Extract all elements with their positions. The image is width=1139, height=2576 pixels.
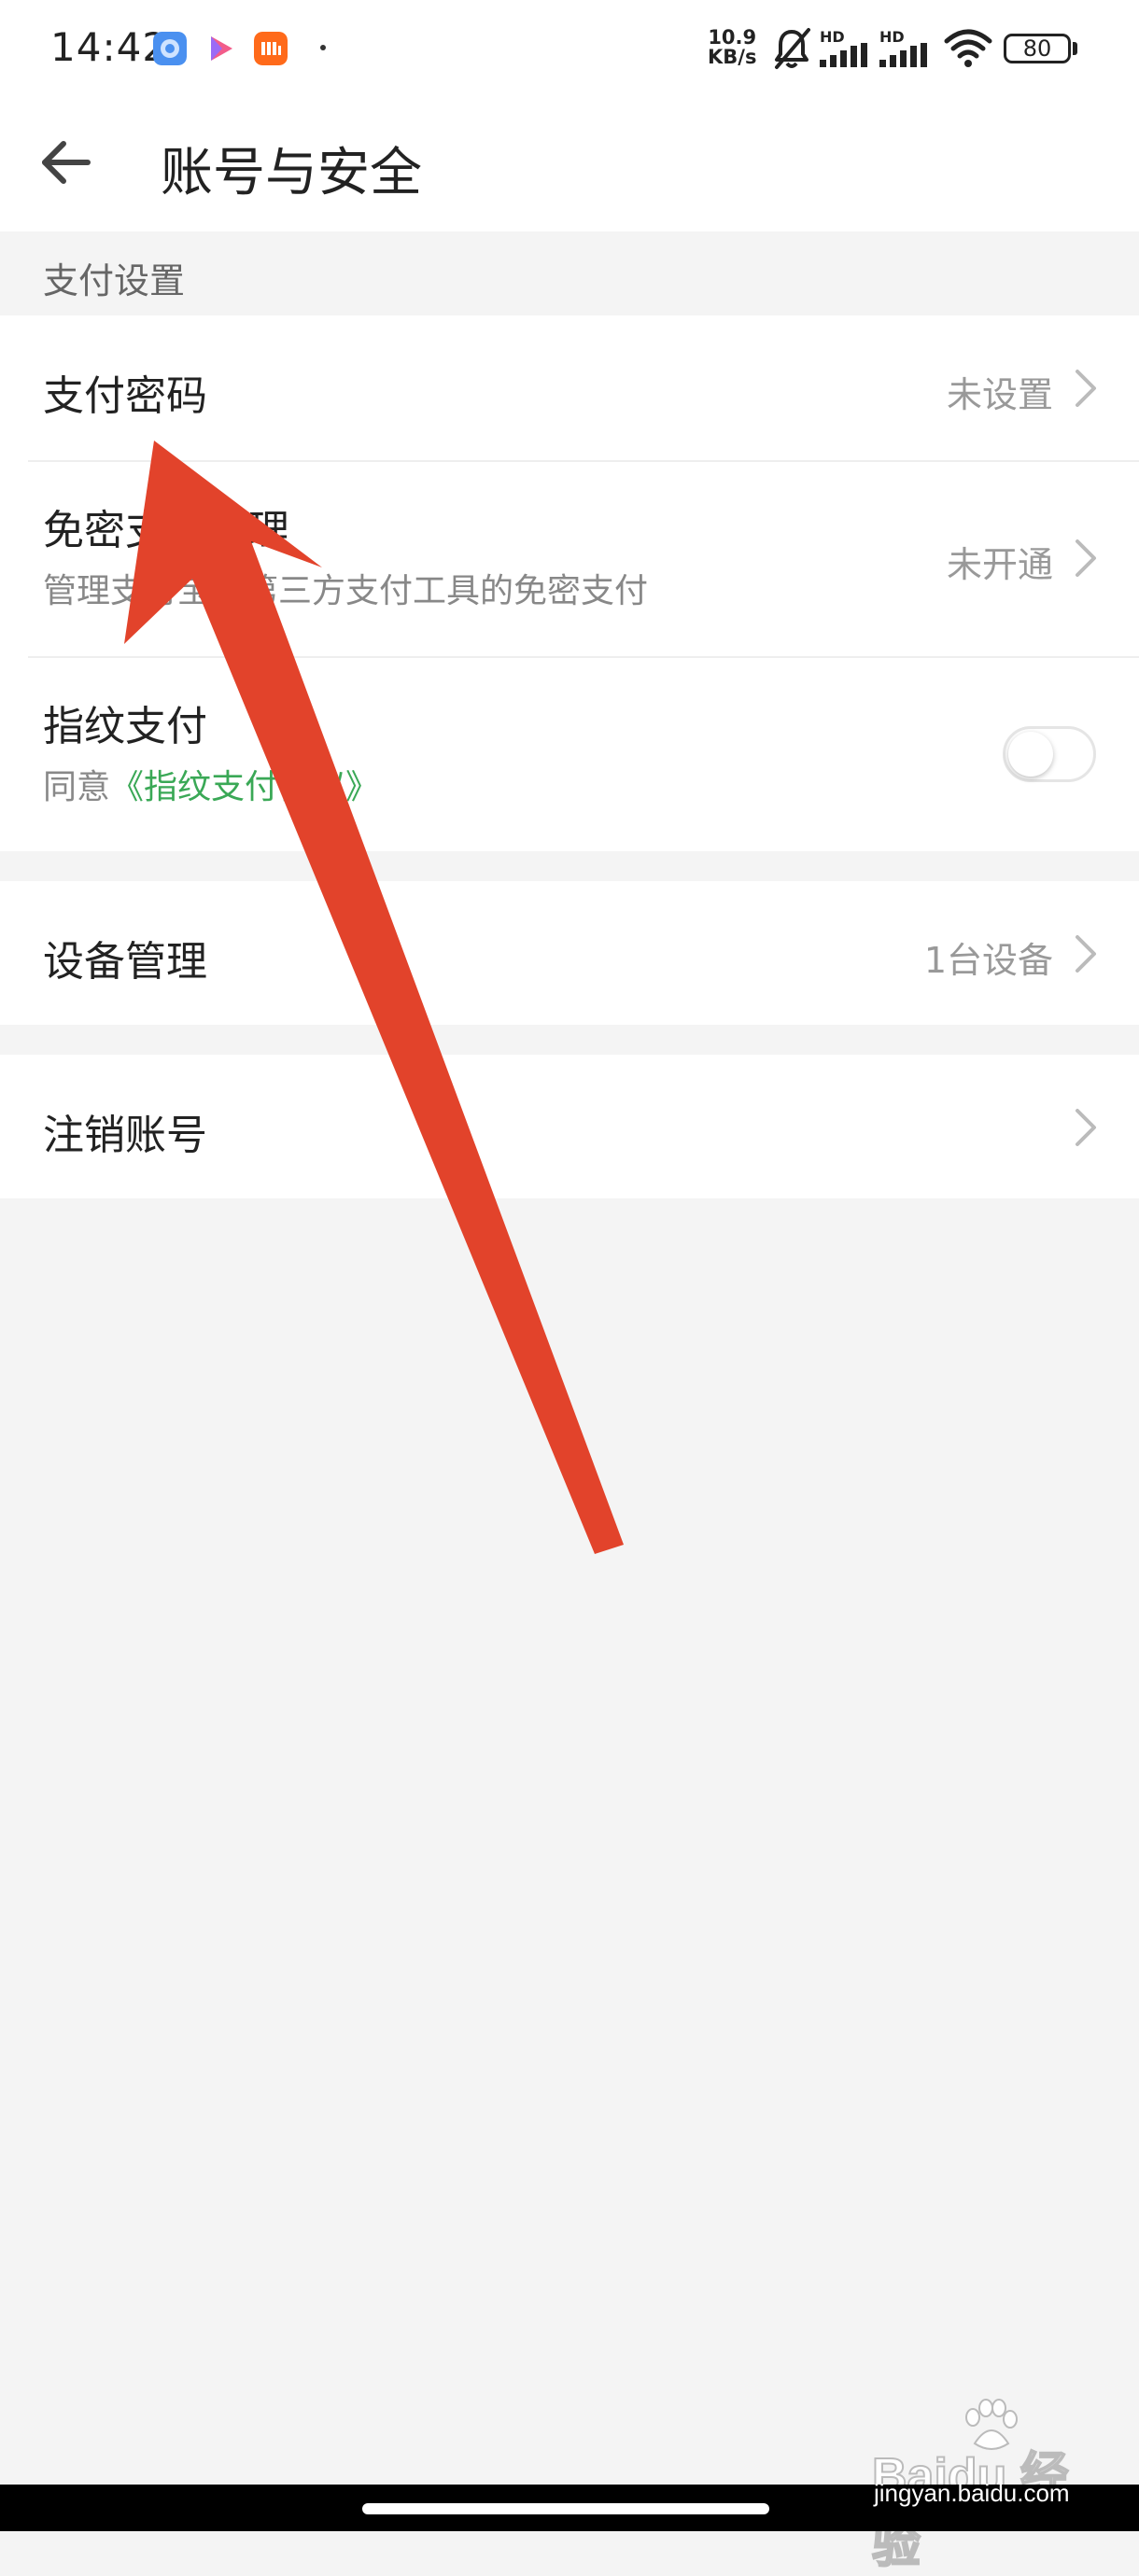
row-device-management[interactable]: 设备管理 1台设备 [0, 881, 1139, 1025]
row-payment-password[interactable]: 支付密码 未设置 [0, 315, 1139, 461]
agree-text: 同意 [43, 768, 111, 806]
chevron-right-icon [1076, 370, 1096, 407]
net-speed-unit: KB/s [708, 46, 757, 68]
row-cancel-account[interactable]: 注销账号 [0, 1055, 1139, 1198]
watermark-site: jingyan.baidu.com [874, 2479, 1070, 2507]
notification-dot [320, 45, 326, 50]
status-bar: 14:42 10.9 KB/s HD HD 80 [0, 0, 1139, 97]
fingerprint-toggle[interactable] [1003, 726, 1096, 782]
device-group: 设备管理 1台设备 [0, 881, 1139, 1025]
row-subtitle-fingerprint: 同意《指纹支付协议》 [43, 760, 379, 808]
row-title-device: 设备管理 [43, 938, 207, 986]
home-gesture-handle[interactable] [362, 2503, 769, 2514]
bell-muted-icon [775, 28, 810, 69]
section-label-payment: 支付设置 [43, 260, 186, 301]
back-arrow-icon[interactable] [35, 133, 95, 192]
row-title-cancel-account: 注销账号 [43, 1112, 207, 1159]
row-password-free-payment[interactable]: 免密支付管理 管理支付宝等第三方支付工具的免密支付 未开通 [0, 461, 1139, 657]
row-title-fingerprint: 指纹支付 [43, 703, 207, 750]
row-fingerprint-payment: 指纹支付 同意《指纹支付协议》 [0, 657, 1139, 851]
page-title: 账号与安全 [161, 143, 422, 203]
app-notification-icon [153, 32, 187, 65]
battery-tip [1073, 42, 1077, 55]
chevron-right-icon [1076, 539, 1096, 577]
fingerprint-agreement-link[interactable]: 《指纹支付协议》 [110, 768, 379, 806]
chevron-right-icon [1076, 1109, 1096, 1146]
signal-strength-icon-2 [879, 43, 927, 67]
row-value-payment-password: 未设置 [946, 374, 1053, 415]
row-title-password-free: 免密支付管理 [43, 507, 289, 554]
page-header: 账号与安全 [0, 97, 1139, 231]
battery-indicator: 80 [1004, 34, 1071, 63]
net-speed-value: 10.9 [708, 26, 757, 49]
row-title-payment-password: 支付密码 [43, 372, 207, 420]
mi-app-icon [254, 32, 288, 65]
wifi-icon [944, 29, 992, 67]
net-speed: 10.9 KB/s [708, 28, 756, 67]
chevron-right-icon [1076, 935, 1096, 973]
play-store-icon [211, 36, 232, 61]
status-time: 14:42 [50, 24, 169, 70]
payment-settings-group: 支付密码 未设置 免密支付管理 管理支付宝等第三方支付工具的免密支付 未开通 指… [0, 315, 1139, 851]
account-group: 注销账号 [0, 1055, 1139, 1198]
row-value-device: 1台设备 [923, 940, 1053, 981]
row-subtitle-password-free: 管理支付宝等第三方支付工具的免密支付 [43, 572, 649, 610]
toggle-knob [1008, 732, 1053, 777]
signal-strength-icon-1 [820, 43, 867, 67]
row-value-password-free: 未开通 [946, 544, 1053, 585]
